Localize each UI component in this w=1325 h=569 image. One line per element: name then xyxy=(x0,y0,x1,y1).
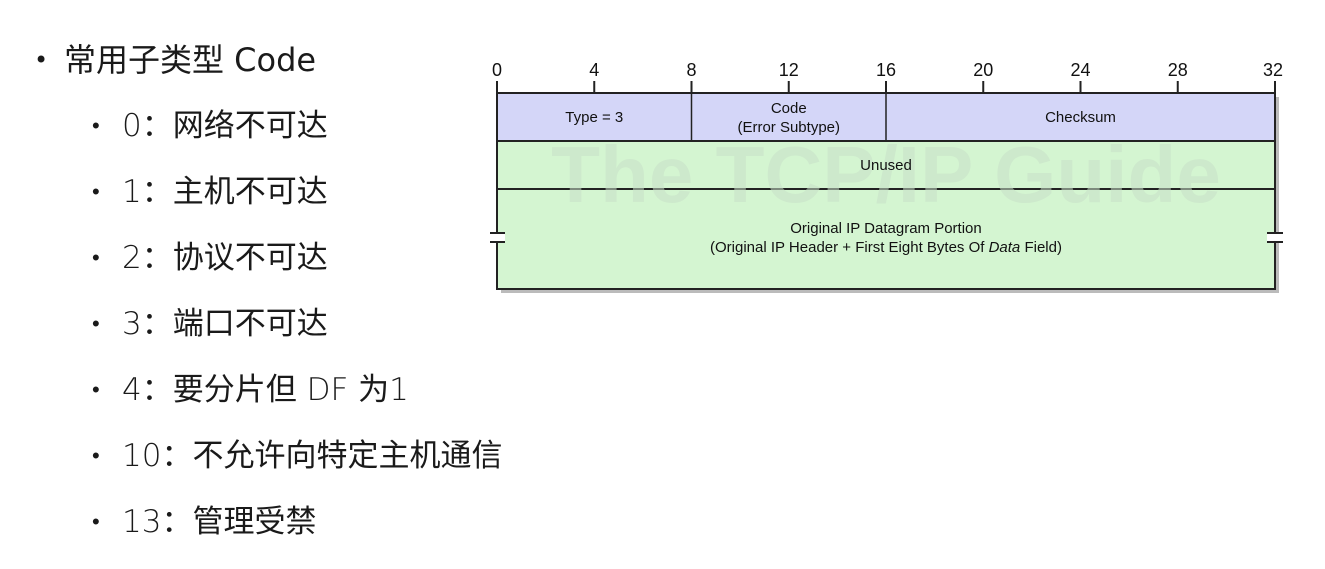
bullet-icon: • xyxy=(92,312,100,337)
watermark-text: The TCP/IP Guide xyxy=(551,130,1221,219)
packet-format-svg: The TCP/IP Guide 0 4 8 12 16 20 24 28 32… xyxy=(490,60,1283,293)
code-field-label: Code xyxy=(771,100,807,117)
heading-text: 常用子类型 Code xyxy=(64,41,317,79)
list-item-text: 2：协议不可达 xyxy=(122,240,328,276)
bullet-icon: • xyxy=(92,246,100,271)
bullet-icon: • xyxy=(92,114,100,139)
list-item-text: 1：主机不可达 xyxy=(122,174,328,210)
bullet-icon: • xyxy=(34,46,49,74)
break-gap xyxy=(490,233,505,242)
original-datagram-label: Original IP Datagram Portion xyxy=(790,220,981,237)
list-item: • 13：管理受禁 xyxy=(92,500,316,545)
tick-label: 28 xyxy=(1168,60,1188,80)
tick-label: 8 xyxy=(686,60,696,80)
tick-label: 0 xyxy=(492,60,502,80)
break-gap xyxy=(1267,233,1283,242)
bullet-icon: • xyxy=(92,444,100,469)
list-item: • 4：要分片但 DF 为1 xyxy=(92,368,409,413)
sublabel-part: Field) xyxy=(1020,239,1062,256)
tick-label: 32 xyxy=(1263,60,1283,80)
list-item-text: 3：端口不可达 xyxy=(122,306,328,342)
sublabel-part-italic: Data xyxy=(989,239,1021,256)
unused-field-label: Unused xyxy=(860,157,912,174)
sublabel-part: (Original IP Header + First Eight Bytes … xyxy=(710,239,989,256)
list-item: • 2：协议不可达 xyxy=(92,236,328,281)
tick-label: 12 xyxy=(779,60,799,80)
ruler-ticks xyxy=(496,81,1276,93)
list-item-text: 13：管理受禁 xyxy=(122,504,317,540)
list-item-text: 4：要分片但 DF 为1 xyxy=(122,372,409,408)
bullet-icon: • xyxy=(92,378,100,403)
list-heading: • 常用子类型 Code xyxy=(34,36,316,84)
list-item: • 3：端口不可达 xyxy=(92,302,328,347)
list-item: • 0：网络不可达 xyxy=(92,104,328,149)
checksum-field-label: Checksum xyxy=(1045,109,1116,126)
tick-label: 4 xyxy=(589,60,599,80)
tick-label: 24 xyxy=(1070,60,1090,80)
tick-label: 20 xyxy=(973,60,993,80)
original-datagram-sublabel: (Original IP Header + First Eight Bytes … xyxy=(710,239,1062,256)
left-break-icon xyxy=(490,232,505,243)
tick-label: 16 xyxy=(876,60,896,80)
type-field-label: Type = 3 xyxy=(565,109,623,126)
icmp-packet-diagram: The TCP/IP Guide 0 4 8 12 16 20 24 28 32… xyxy=(470,50,1300,310)
bullet-icon: • xyxy=(92,510,100,535)
list-item-text: 10：不允许向特定主机通信 xyxy=(122,438,503,474)
code-field-sublabel: (Error Subtype) xyxy=(737,119,840,136)
list-item: • 10：不允许向特定主机通信 xyxy=(92,434,502,479)
list-item-text: 0：网络不可达 xyxy=(122,108,328,144)
list-item: • 1：主机不可达 xyxy=(92,170,328,215)
bullet-icon: • xyxy=(92,180,100,205)
ruler-tick-labels: 0 4 8 12 16 20 24 28 32 xyxy=(492,60,1283,80)
right-break-icon xyxy=(1267,232,1283,243)
